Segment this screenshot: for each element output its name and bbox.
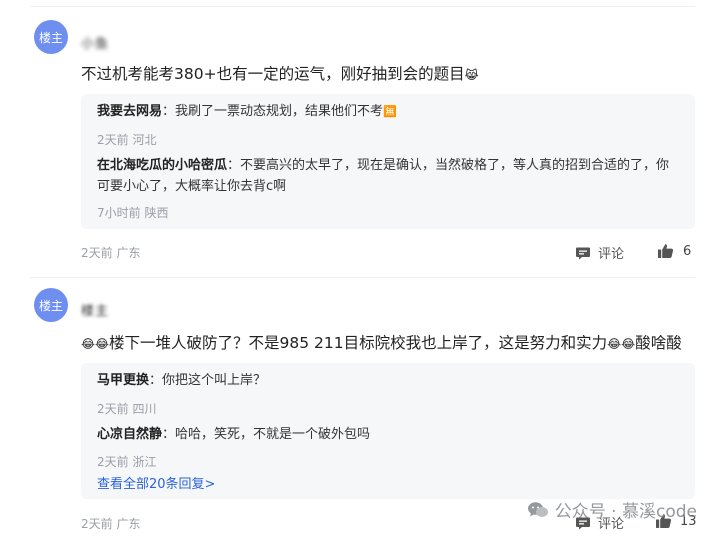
watermark: 公众号 · 慕溪code xyxy=(527,497,697,522)
comment-text-tail: 酸啥酸 xyxy=(635,334,682,352)
divider xyxy=(30,277,695,278)
like-count: 6 xyxy=(683,244,692,259)
reply-colon: ： xyxy=(162,427,176,442)
comment-meta: 2天前 广东 xyxy=(81,517,141,531)
reply-colon: ： xyxy=(227,158,241,173)
comment-text: 楼下一堆人破防了？不是985 211目标院校我也上岸了，这是努力和实力 xyxy=(109,334,608,352)
comment-content: 😂😂楼下一堆人破防了？不是985 211目标院校我也上岸了，这是努力和实力😂😂酸… xyxy=(81,331,682,353)
reply-meta: 2天前 河北 xyxy=(97,133,157,147)
reply-author[interactable]: 在北海吃瓜的小哈密瓜 xyxy=(97,158,227,173)
comment-content: 不过机考能考380+也有一定的运气，刚好抽到会的题目😹 xyxy=(81,62,479,84)
reply-meta: 2天前 浙江 xyxy=(97,455,157,469)
wechat-icon xyxy=(527,501,549,519)
reply-item: 马甲更换：你把这个叫上岸？ xyxy=(97,370,679,391)
reply-item: 我要去网易：我刷了一票动态规划，结果他们不考🈚 xyxy=(97,101,679,122)
comment-button[interactable]: 评论 xyxy=(575,243,624,262)
laugh-emoji-icon: 😂😂 xyxy=(607,337,636,351)
reply-text: 哈哈，笑死，不就是一个破外包吗 xyxy=(175,427,371,442)
laugh-emoji-icon: 😂😂 xyxy=(81,337,110,351)
reply-item: 心凉自然静：哈哈，笑死，不就是一个破外包吗 xyxy=(97,424,679,445)
reply-meta: 7小时前 陕西 xyxy=(97,206,169,220)
comment-text: 不过机考能考380+也有一定的运气，刚好抽到会的题目 xyxy=(81,65,465,83)
comment-label: 评论 xyxy=(598,247,625,262)
view-all-replies-link[interactable]: 查看全部20条回复> xyxy=(97,473,215,492)
reply-colon: ： xyxy=(149,373,163,388)
avatar[interactable]: 楼主 xyxy=(34,20,68,54)
reply-meta: 2天前 四川 xyxy=(97,402,157,416)
watermark-text: 公众号 · 慕溪code xyxy=(554,502,697,522)
reply-author[interactable]: 我要去网易 xyxy=(97,104,162,119)
comment-icon xyxy=(575,245,591,261)
comment-meta: 2天前 广东 xyxy=(81,246,141,260)
username[interactable]: 小鱼 xyxy=(81,33,109,52)
reply-author[interactable]: 马甲更换 xyxy=(97,373,149,388)
divider-top xyxy=(30,6,695,7)
username[interactable]: 楼主 xyxy=(81,300,109,319)
thumbs-up-icon xyxy=(657,243,674,259)
reply-list: 马甲更换：你把这个叫上岸？ 2天前 四川 心凉自然静：哈哈，笑死，不就是一个破外… xyxy=(81,363,695,499)
reply-list: 我要去网易：我刷了一票动态规划，结果他们不考🈚 2天前 河北 在北海吃瓜的小哈密… xyxy=(81,94,695,229)
laugh-emoji-icon: 😹 xyxy=(464,68,479,82)
reply-author[interactable]: 心凉自然静 xyxy=(97,427,162,442)
reply-item: 在北海吃瓜的小哈密瓜：不要高兴的太早了，现在是确认，当然破格了，等人真的招到合适… xyxy=(97,155,679,197)
avatar[interactable]: 楼主 xyxy=(34,288,68,322)
like-button[interactable] xyxy=(657,243,674,259)
reply-colon: ： xyxy=(162,104,176,119)
reply-text: 我刷了一票动态规划，结果他们不考 xyxy=(175,104,384,119)
reply-text: 你把这个叫上岸？ xyxy=(162,373,267,388)
emoji-icon: 🈚 xyxy=(383,105,397,118)
